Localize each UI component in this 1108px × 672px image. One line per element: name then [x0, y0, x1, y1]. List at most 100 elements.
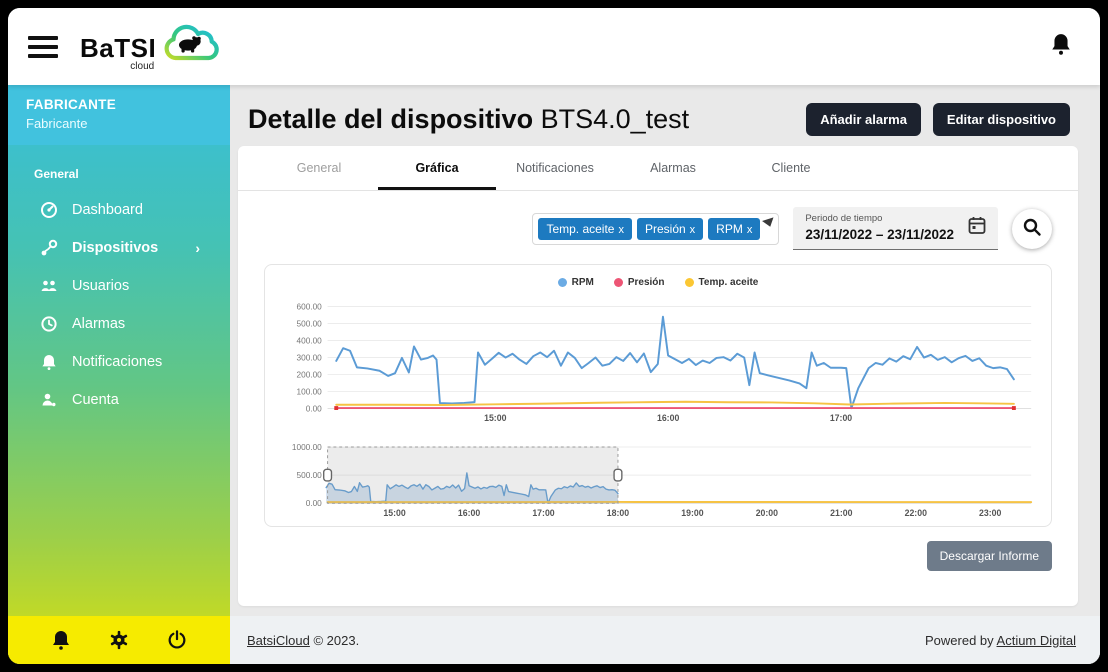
- svg-text:300.00: 300.00: [297, 353, 323, 362]
- svg-text:500.00: 500.00: [297, 319, 323, 328]
- svg-text:20:00: 20:00: [756, 508, 778, 518]
- sidebar-item-label: Usuarios: [72, 278, 129, 294]
- sidebar: FABRICANTE Fabricante General Dashboard …: [8, 85, 230, 664]
- org-name: FABRICANTE: [26, 97, 212, 112]
- content-area: General Gráfica Notificaciones Alarmas C…: [230, 146, 1100, 616]
- devices-icon: [40, 239, 58, 257]
- page-title-bold: Detalle del dispositivo: [248, 104, 533, 134]
- svg-text:23:00: 23:00: [979, 508, 1001, 518]
- person-icon: [40, 391, 58, 409]
- svg-text:19:00: 19:00: [681, 508, 703, 518]
- gear-icon[interactable]: [106, 627, 132, 653]
- svg-text:0.00: 0.00: [306, 404, 322, 413]
- svg-text:0.00: 0.00: [306, 499, 322, 508]
- logo-text: BaTSI: [80, 35, 156, 61]
- chip-remove-icon[interactable]: x: [690, 224, 696, 236]
- dropdown-caret-icon: [762, 217, 776, 228]
- bell-icon[interactable]: [48, 627, 74, 653]
- footer-left: BatsiCloud © 2023.: [247, 633, 359, 648]
- legend-item-temp-aceite[interactable]: Temp. aceite: [685, 277, 759, 288]
- chip-temp-aceite[interactable]: Temp. aceitex: [538, 218, 632, 240]
- date-range-value: 23/11/2022 – 23/11/2022: [805, 227, 954, 242]
- sidebar-item-label: Dashboard: [72, 202, 143, 218]
- device-name: BTS4.0_test: [533, 104, 689, 134]
- edit-device-button[interactable]: Editar dispositivo: [933, 103, 1070, 136]
- footer-right: Powered by Actium Digital: [925, 633, 1076, 648]
- chevron-right-icon: ›: [195, 240, 200, 256]
- tab-general[interactable]: General: [260, 146, 378, 190]
- svg-text:500.00: 500.00: [297, 471, 323, 480]
- page-header: Detalle del dispositivo BTS4.0_test Añad…: [230, 85, 1100, 146]
- calendar-icon[interactable]: [968, 216, 986, 240]
- footer: BatsiCloud © 2023. Powered by Actium Dig…: [230, 616, 1100, 664]
- tab-notificaciones[interactable]: Notificaciones: [496, 146, 614, 190]
- svg-text:15:00: 15:00: [484, 413, 506, 423]
- chip-remove-icon[interactable]: x: [618, 224, 624, 236]
- date-range-label: Periodo de tiempo: [805, 213, 954, 224]
- chip-remove-icon[interactable]: x: [747, 224, 753, 236]
- power-icon[interactable]: [164, 627, 190, 653]
- chart-legend: RPM Presión Temp. aceite: [279, 277, 1037, 288]
- sidebar-item-notificaciones[interactable]: Notificaciones: [8, 343, 230, 381]
- chip-presion[interactable]: Presiónx: [637, 218, 703, 240]
- tab-cliente[interactable]: Cliente: [732, 146, 850, 190]
- tab-alarmas[interactable]: Alarmas: [614, 146, 732, 190]
- chart-panel: RPM Presión Temp. aceite 0.00 100.00 200.0…: [264, 264, 1052, 527]
- notifications-bell-icon[interactable]: [1050, 43, 1072, 60]
- sidebar-item-label: Dispositivos: [72, 240, 158, 256]
- sidebar-item-alarmas[interactable]: Alarmas: [8, 305, 230, 343]
- range-navigator-chart[interactable]: 0.00 500.00 1000.00 15:00 16:00 17:00 18:00 19:…: [279, 440, 1037, 520]
- svg-text:17:00: 17:00: [532, 508, 554, 518]
- svg-text:22:00: 22:00: [905, 508, 927, 518]
- sidebar-item-dashboard[interactable]: Dashboard: [8, 191, 230, 229]
- sidebar-item-label: Alarmas: [72, 316, 125, 332]
- bell-icon: [40, 353, 58, 371]
- add-alarm-button[interactable]: Añadir alarma: [806, 103, 921, 136]
- users-icon: [40, 277, 58, 295]
- download-report-button[interactable]: Descargar Informe: [927, 541, 1052, 571]
- svg-text:17:00: 17:00: [830, 413, 852, 423]
- svg-text:200.00: 200.00: [297, 370, 323, 379]
- sidebar-item-dispositivos[interactable]: Dispositivos ›: [8, 229, 230, 267]
- legend-dot: [685, 278, 694, 287]
- top-bar: BaTSI cloud: [8, 8, 1100, 85]
- logo-subtext: cloud: [130, 62, 154, 72]
- date-range-input[interactable]: Periodo de tiempo 23/11/2022 – 23/11/202…: [793, 207, 998, 250]
- svg-text:15:00: 15:00: [383, 508, 405, 518]
- org-subname: Fabricante: [26, 116, 212, 131]
- search-icon: [1022, 217, 1042, 240]
- legend-item-rpm[interactable]: RPM: [558, 277, 594, 288]
- app-window: BaTSI cloud: [8, 8, 1100, 664]
- sidebar-section-label: General: [8, 163, 230, 191]
- batsicloud-link[interactable]: BatsiCloud: [247, 633, 310, 648]
- sidebar-item-cuenta[interactable]: Cuenta: [8, 381, 230, 419]
- cloud-bear-icon: [158, 21, 224, 72]
- page-title: Detalle del dispositivo BTS4.0_test: [248, 104, 689, 135]
- svg-text:600.00: 600.00: [297, 302, 323, 311]
- legend-item-presion[interactable]: Presión: [614, 277, 665, 288]
- main-area: Detalle del dispositivo BTS4.0_test Añad…: [230, 85, 1100, 664]
- hamburger-menu-icon[interactable]: [28, 36, 58, 58]
- sidebar-nav: General Dashboard Dispositivos ›: [8, 145, 230, 616]
- actium-digital-link[interactable]: Actium Digital: [997, 633, 1076, 648]
- sidebar-org-header: FABRICANTE Fabricante: [8, 85, 230, 145]
- svg-text:16:00: 16:00: [657, 413, 679, 423]
- svg-text:1000.00: 1000.00: [292, 443, 322, 452]
- search-button[interactable]: [1012, 209, 1052, 249]
- svg-text:21:00: 21:00: [830, 508, 852, 518]
- sidebar-item-usuarios[interactable]: Usuarios: [8, 267, 230, 305]
- svg-text:16:00: 16:00: [458, 508, 480, 518]
- legend-dot: [614, 278, 623, 287]
- tab-bar: General Gráfica Notificaciones Alarmas C…: [238, 146, 1078, 191]
- svg-text:400.00: 400.00: [297, 336, 323, 345]
- chip-rpm[interactable]: RPMx: [708, 218, 760, 240]
- batsi-logo: BaTSI cloud: [80, 21, 224, 72]
- tab-grafica[interactable]: Gráfica: [378, 146, 496, 190]
- legend-dot: [558, 278, 567, 287]
- sidebar-item-label: Notificaciones: [72, 354, 162, 370]
- svg-text:18:00: 18:00: [607, 508, 629, 518]
- series-select[interactable]: Temp. aceitex Presiónx RPMx: [532, 213, 779, 245]
- main-line-chart[interactable]: 0.00 100.00 200.00 300.00 400.00 500.00 600.00…: [279, 292, 1037, 426]
- clock-icon: [40, 315, 58, 333]
- svg-text:100.00: 100.00: [297, 387, 323, 396]
